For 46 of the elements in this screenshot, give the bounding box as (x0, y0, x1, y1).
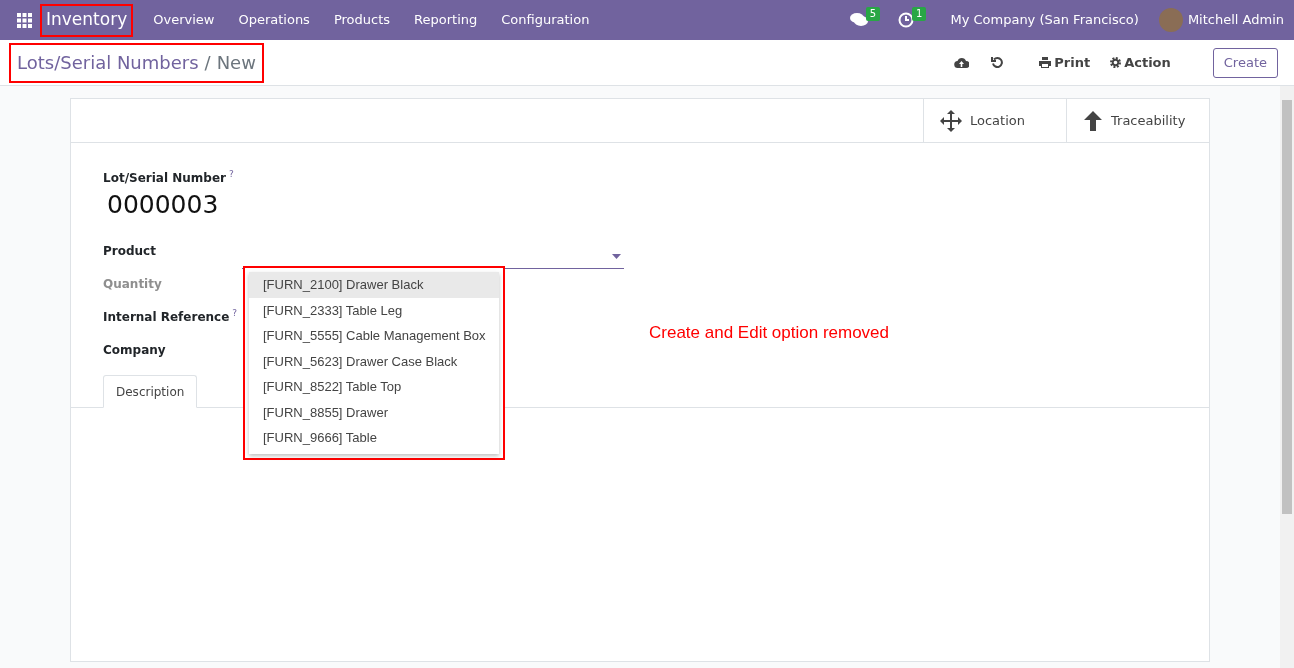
field-label: Internal Reference (103, 308, 230, 326)
field-label: Product (103, 242, 156, 260)
chat-icon[interactable] (849, 12, 868, 28)
field-label: Lot/Serial Number (103, 170, 226, 187)
menu-item[interactable]: Reporting (402, 10, 490, 30)
gear-icon (1110, 57, 1122, 68)
action-button[interactable]: Action (1110, 52, 1171, 73)
dropdown-option[interactable]: [FURN_8522] Table Top (249, 374, 499, 400)
scrollbar[interactable] (1280, 86, 1294, 668)
print-button[interactable]: Print (1039, 52, 1091, 73)
dropdown-option[interactable]: [FURN_2100] Drawer Black (249, 272, 499, 298)
field-label: Company (103, 341, 166, 359)
breadcrumb-link[interactable]: Lots/Serial Numbers (17, 49, 199, 76)
menu-item[interactable]: Operations (226, 10, 322, 30)
dropdown-option[interactable]: [FURN_8855] Drawer (249, 399, 499, 425)
menu-item[interactable]: Overview (141, 10, 227, 30)
dropdown-option[interactable]: [FURN_5623] Drawer Case Black (249, 348, 499, 374)
help-tooltip[interactable]: ? (228, 169, 234, 179)
menu-item[interactable]: Configuration (489, 10, 602, 30)
annotation-text: Create and Edit option removed (649, 322, 890, 344)
company-switcher[interactable]: My Company (San Francisco) (950, 10, 1139, 30)
print-icon (1039, 57, 1052, 68)
four-way-arrow-icon (940, 109, 962, 132)
dropdown-option[interactable]: [FURN_2333] Table Leg (249, 297, 499, 323)
lot-number-value: 0000003 (107, 189, 220, 221)
clock-icon[interactable] (898, 12, 915, 28)
activity-count-badge: 1 (912, 7, 927, 21)
apps-grid-icon[interactable] (17, 12, 32, 28)
tab[interactable]: Description (103, 375, 198, 408)
cloud-upload-icon[interactable] (954, 56, 970, 69)
dropdown-option[interactable]: [FURN_9666] Table (249, 425, 499, 451)
user-name[interactable]: Mitchell Admin (1187, 10, 1284, 30)
field-label: Quantity (103, 275, 162, 293)
create-button[interactable]: Create (1212, 47, 1278, 78)
smart-button[interactable]: Traceability (1066, 99, 1209, 142)
up-arrow-icon (1083, 110, 1103, 131)
app-name[interactable]: Inventory (40, 3, 134, 37)
breadcrumb-current: New (216, 51, 256, 75)
caret-icon[interactable] (612, 253, 621, 259)
help-tooltip[interactable]: ? (232, 307, 238, 318)
undo-icon[interactable] (991, 56, 1004, 69)
message-count-badge: 5 (865, 7, 881, 21)
dropdown-option[interactable]: [FURN_5555] Cable Management Box (249, 323, 499, 349)
smart-button[interactable]: Location (923, 99, 1066, 142)
breadcrumb-separator: / (204, 51, 211, 75)
menu-item[interactable]: Products (321, 10, 403, 30)
